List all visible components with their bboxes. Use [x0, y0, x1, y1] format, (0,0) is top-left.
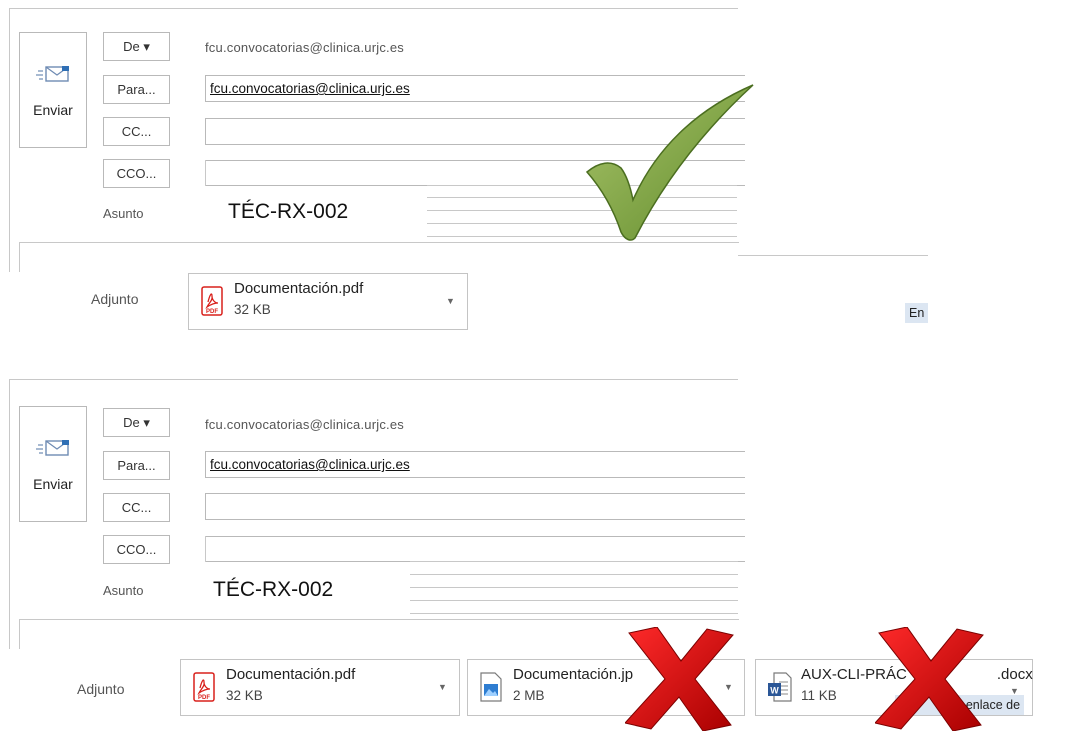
from-button[interactable]: De ▾ [103, 32, 170, 61]
attachment-name: Documentación.pdf [234, 280, 364, 297]
rule [410, 600, 738, 601]
attachment-name: Documentación.jp [513, 666, 634, 683]
word-file-icon: W [768, 672, 792, 702]
chevron-down-icon[interactable]: ▼ [438, 682, 447, 692]
cc-button[interactable]: CC... [103, 493, 170, 522]
x-mark-icon [875, 627, 984, 731]
from-button[interactable]: De ▾ [103, 408, 170, 437]
email-compose-incorrect: Enviar De ▾ fcu.convocatorias@clinica.ur… [0, 375, 1070, 731]
envelope-icon [36, 440, 69, 456]
rule [410, 587, 738, 588]
chevron-down-icon[interactable]: ▼ [446, 296, 455, 306]
attachment-name: Documentación.pdf [226, 666, 356, 683]
attachment-size: 32 KB [234, 302, 271, 317]
image-file-icon [480, 672, 502, 702]
rule [410, 574, 738, 575]
bcc-button[interactable]: CCO... [103, 535, 170, 564]
bcc-button[interactable]: CCO... [103, 159, 170, 188]
x-mark-icon [625, 627, 734, 731]
rule [410, 613, 738, 614]
cc-button[interactable]: CC... [103, 117, 170, 146]
send-label: Enviar [33, 102, 73, 118]
from-address: fcu.convocatorias@clinica.urjc.es [205, 40, 404, 55]
from-address: fcu.convocatorias@clinica.urjc.es [205, 417, 404, 432]
attachment-label: Adjunto [77, 681, 125, 697]
body-left-border [19, 619, 20, 649]
attachment-size: 2 MB [513, 688, 545, 703]
cc-field[interactable] [205, 493, 745, 520]
attachment-pdf[interactable]: PDF Documentación.pdf 32 KB ▼ [180, 659, 460, 716]
envelope-icon [36, 66, 69, 82]
to-recipient[interactable]: fcu.convocatorias@clinica.urjc.es [210, 81, 410, 96]
subject-label: Asunto [103, 583, 144, 598]
field-divider [205, 160, 206, 186]
svg-text:PDF: PDF [206, 309, 218, 315]
attachment-size: 32 KB [226, 688, 263, 703]
body-top-border [19, 619, 739, 620]
panel-left-border [9, 379, 10, 649]
svg-text:W: W [770, 686, 779, 696]
subject-label: Asunto [103, 206, 144, 221]
to-button[interactable]: Para... [103, 451, 170, 480]
send-button[interactable]: Enviar [19, 406, 87, 522]
pdf-icon: PDF [201, 286, 223, 316]
subject-field[interactable]: TÉC-RX-002 [213, 578, 333, 602]
attachment-pdf[interactable]: PDF Documentación.pdf 32 KB ▼ [188, 273, 468, 330]
bcc-field[interactable] [205, 536, 745, 562]
panel-left-border [9, 8, 10, 272]
attachment-size: 11 KB [801, 688, 837, 703]
panel-top-border [9, 379, 738, 380]
tooltip: En [905, 303, 929, 323]
check-mark-icon [585, 84, 754, 241]
rule [410, 561, 738, 562]
send-label: Enviar [33, 476, 73, 492]
field-divider [205, 536, 206, 562]
to-recipient[interactable]: fcu.convocatorias@clinica.urjc.es [210, 457, 410, 472]
to-button[interactable]: Para... [103, 75, 170, 104]
send-button[interactable]: Enviar [19, 32, 87, 148]
rule [738, 255, 928, 256]
attachment-label: Adjunto [91, 291, 139, 307]
email-compose-correct: Enviar De ▾ fcu.convocatorias@clinica.ur… [0, 0, 1070, 345]
body-left-border [19, 242, 20, 272]
panel-top-border [9, 8, 738, 9]
svg-text:PDF: PDF [198, 695, 210, 701]
subject-field[interactable]: TÉC-RX-002 [228, 200, 348, 224]
pdf-icon: PDF [193, 672, 215, 702]
